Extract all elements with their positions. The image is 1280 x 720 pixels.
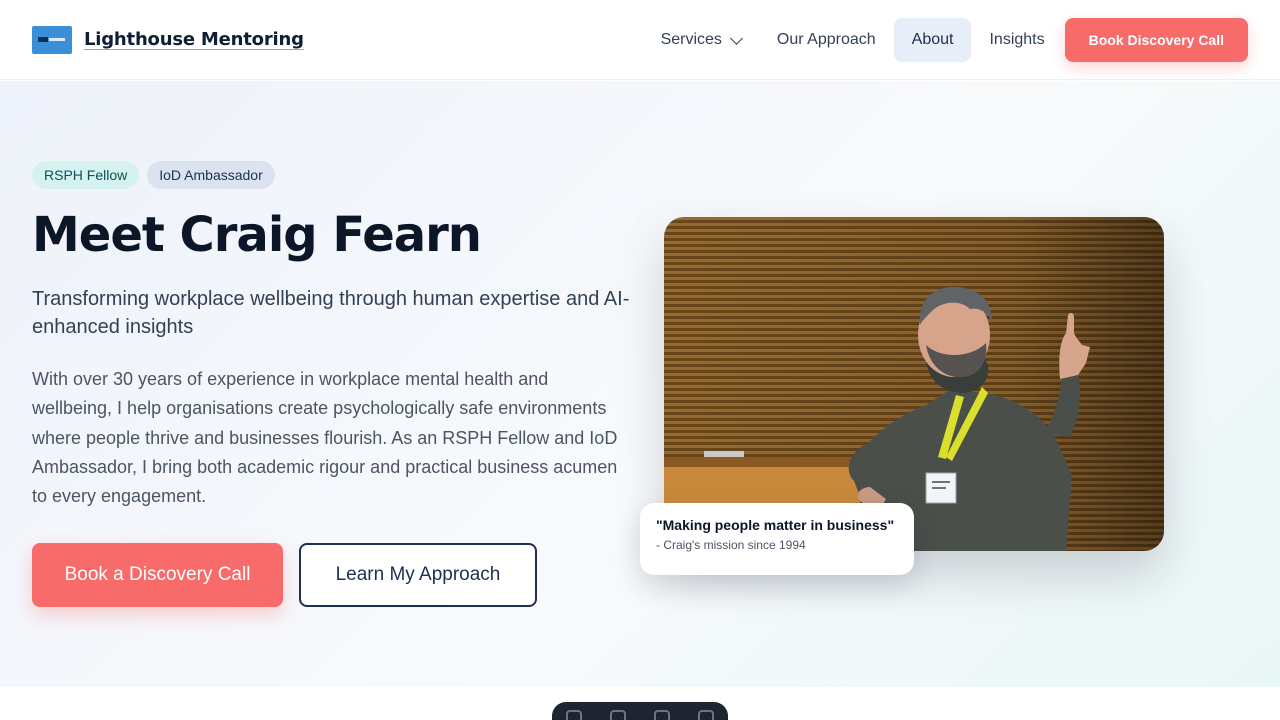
mission-quote-attribution: - Craig's mission since 1994: [656, 538, 806, 552]
toolbar-slot-2[interactable]: [596, 710, 640, 720]
hero-subtitle: Transforming workplace wellbeing through…: [32, 288, 630, 338]
brand-link[interactable]: Lighthouse Mentoring: [32, 25, 304, 54]
rsph-fellow-badge: RSPH Fellow: [32, 161, 140, 189]
toolbar-icon: [566, 710, 582, 720]
toolbar-icon: [654, 710, 670, 720]
nav-our-approach[interactable]: Our Approach: [759, 18, 894, 62]
main-nav: Services Our Approach About Insights Boo…: [643, 18, 1248, 62]
toolbar-slot-3[interactable]: [640, 710, 684, 720]
toolbar-slot-4[interactable]: [684, 710, 728, 720]
mission-quote-card: "Making people matter in business" - Cra…: [640, 503, 914, 575]
speaker-illustration: [664, 217, 1164, 551]
toolbar-slot-1[interactable]: [552, 710, 596, 720]
hero-description: With over 30 years of experience in work…: [32, 369, 618, 507]
nav-insights[interactable]: Insights: [971, 18, 1062, 62]
chevron-down-icon: [730, 31, 743, 45]
site-header: Lighthouse Mentoring Services Our Approa…: [0, 0, 1280, 80]
brand-name: Lighthouse Mentoring: [84, 29, 304, 50]
book-a-discovery-call-button[interactable]: Book a Discovery Call: [32, 543, 283, 607]
gear-icon: [698, 710, 714, 720]
iod-ambassador-badge: IoD Ambassador: [147, 161, 275, 189]
learn-my-approach-button[interactable]: Learn My Approach: [299, 543, 537, 607]
hero-section: RSPH Fellow IoD Ambassador Meet Craig Fe…: [0, 81, 1280, 687]
page-title: Meet Craig Fearn: [32, 207, 482, 263]
lighthouse-logo-icon: [32, 25, 72, 54]
craig-portrait-photo: [664, 217, 1164, 551]
toolbar-icon: [610, 710, 626, 720]
nav-services[interactable]: Services: [643, 18, 759, 62]
credential-badges: RSPH Fellow IoD Ambassador: [32, 161, 275, 189]
floating-toolbar[interactable]: [552, 702, 728, 720]
mission-quote: "Making people matter in business": [656, 517, 895, 533]
book-discovery-call-button[interactable]: Book Discovery Call: [1064, 18, 1248, 62]
nav-about[interactable]: About: [893, 18, 972, 62]
nav-services-label: Services: [660, 31, 722, 48]
